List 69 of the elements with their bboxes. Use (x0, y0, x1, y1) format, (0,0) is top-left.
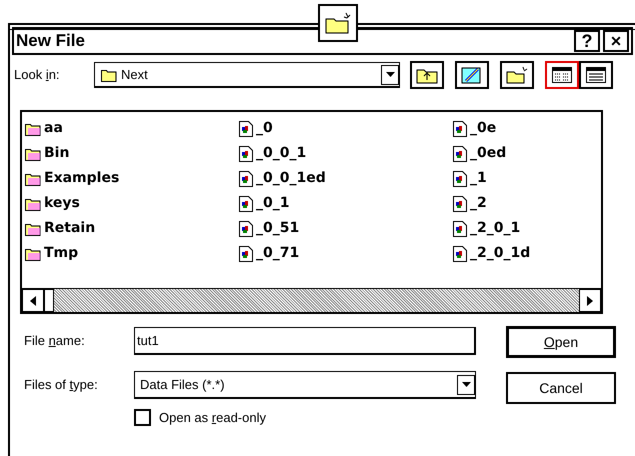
folder-icon (25, 122, 41, 136)
file-item[interactable]: _2_0_1 (453, 216, 601, 241)
file-icon (453, 196, 467, 212)
file-item[interactable]: _0_51 (239, 216, 453, 241)
file-icon (239, 196, 253, 212)
file-icon (239, 170, 253, 186)
folder-icon (25, 172, 41, 186)
list-view-icon (552, 67, 572, 83)
help-button[interactable]: ? (574, 30, 600, 52)
left-arrow-icon (30, 296, 36, 306)
details-view-button[interactable] (579, 61, 613, 89)
file-item[interactable]: _0ed (453, 141, 601, 166)
read-only-label: Open as read-only (159, 409, 266, 427)
file-item[interactable]: _0e (453, 116, 601, 141)
file-icon (239, 120, 253, 136)
list-view-button[interactable] (545, 61, 579, 89)
look-in-label: Look in: (14, 66, 61, 84)
file-icon (239, 246, 253, 262)
details-view-icon (586, 67, 606, 83)
caret-icon (462, 382, 470, 387)
file-item[interactable]: _2_0_1d (453, 241, 601, 266)
close-button[interactable]: × (603, 30, 629, 52)
open-button[interactable]: Open (506, 326, 616, 358)
file-icon (453, 246, 467, 262)
file-icon (453, 220, 467, 236)
read-only-checkbox[interactable] (134, 409, 151, 426)
file-icon (239, 220, 253, 236)
look-in-dropdown[interactable]: Next (94, 62, 400, 88)
pencil-icon (461, 66, 483, 84)
file-item[interactable]: _0_1 (239, 191, 453, 216)
file-name-field[interactable]: tut1 (134, 327, 476, 355)
folder-icon (25, 196, 41, 210)
file-icon (453, 170, 467, 186)
file-name-label: File name: (24, 332, 86, 350)
file-item[interactable]: _0_0_1ed (239, 166, 453, 191)
folder-icon (25, 222, 41, 236)
scroll-right-button[interactable] (579, 289, 601, 312)
file-type-label: Files of type: (24, 376, 99, 394)
horizontal-scrollbar[interactable] (22, 288, 601, 312)
file-icon (453, 120, 467, 136)
file-item[interactable]: _2 (453, 191, 601, 216)
file-item[interactable]: _0 (239, 116, 453, 141)
right-arrow-icon (587, 296, 593, 306)
caret-icon (386, 72, 394, 77)
dropdown-button[interactable] (381, 64, 399, 84)
folder-item[interactable]: Examples (25, 166, 239, 191)
folder-item[interactable]: Retain (25, 216, 239, 241)
file-item[interactable]: _0_71 (239, 241, 453, 266)
dropdown-button[interactable] (457, 374, 475, 394)
file-icon (453, 146, 467, 162)
file-icon (239, 146, 253, 162)
file-type-dropdown[interactable]: Data Files (*.*) (134, 371, 476, 399)
folder-item[interactable]: Tmp (25, 241, 239, 266)
folder-item[interactable]: Bin (25, 141, 239, 166)
folder-item[interactable]: aa (25, 116, 239, 141)
folder-icon (25, 146, 41, 160)
scroll-left-button[interactable] (22, 289, 44, 312)
window-title: New File (16, 30, 86, 52)
cancel-button[interactable]: Cancel (506, 372, 616, 404)
edit-button[interactable] (455, 61, 489, 89)
file-item[interactable]: _0_0_1 (239, 141, 453, 166)
file-item[interactable]: _1 (453, 166, 601, 191)
folder-icon (25, 246, 41, 260)
scroll-thumb[interactable] (44, 289, 54, 312)
up-folder-button[interactable] (410, 61, 444, 89)
folder-icon (101, 68, 117, 82)
new-folder-icon (506, 66, 528, 84)
new-folder-button[interactable] (500, 61, 534, 89)
folder-item[interactable]: keys (25, 191, 239, 216)
